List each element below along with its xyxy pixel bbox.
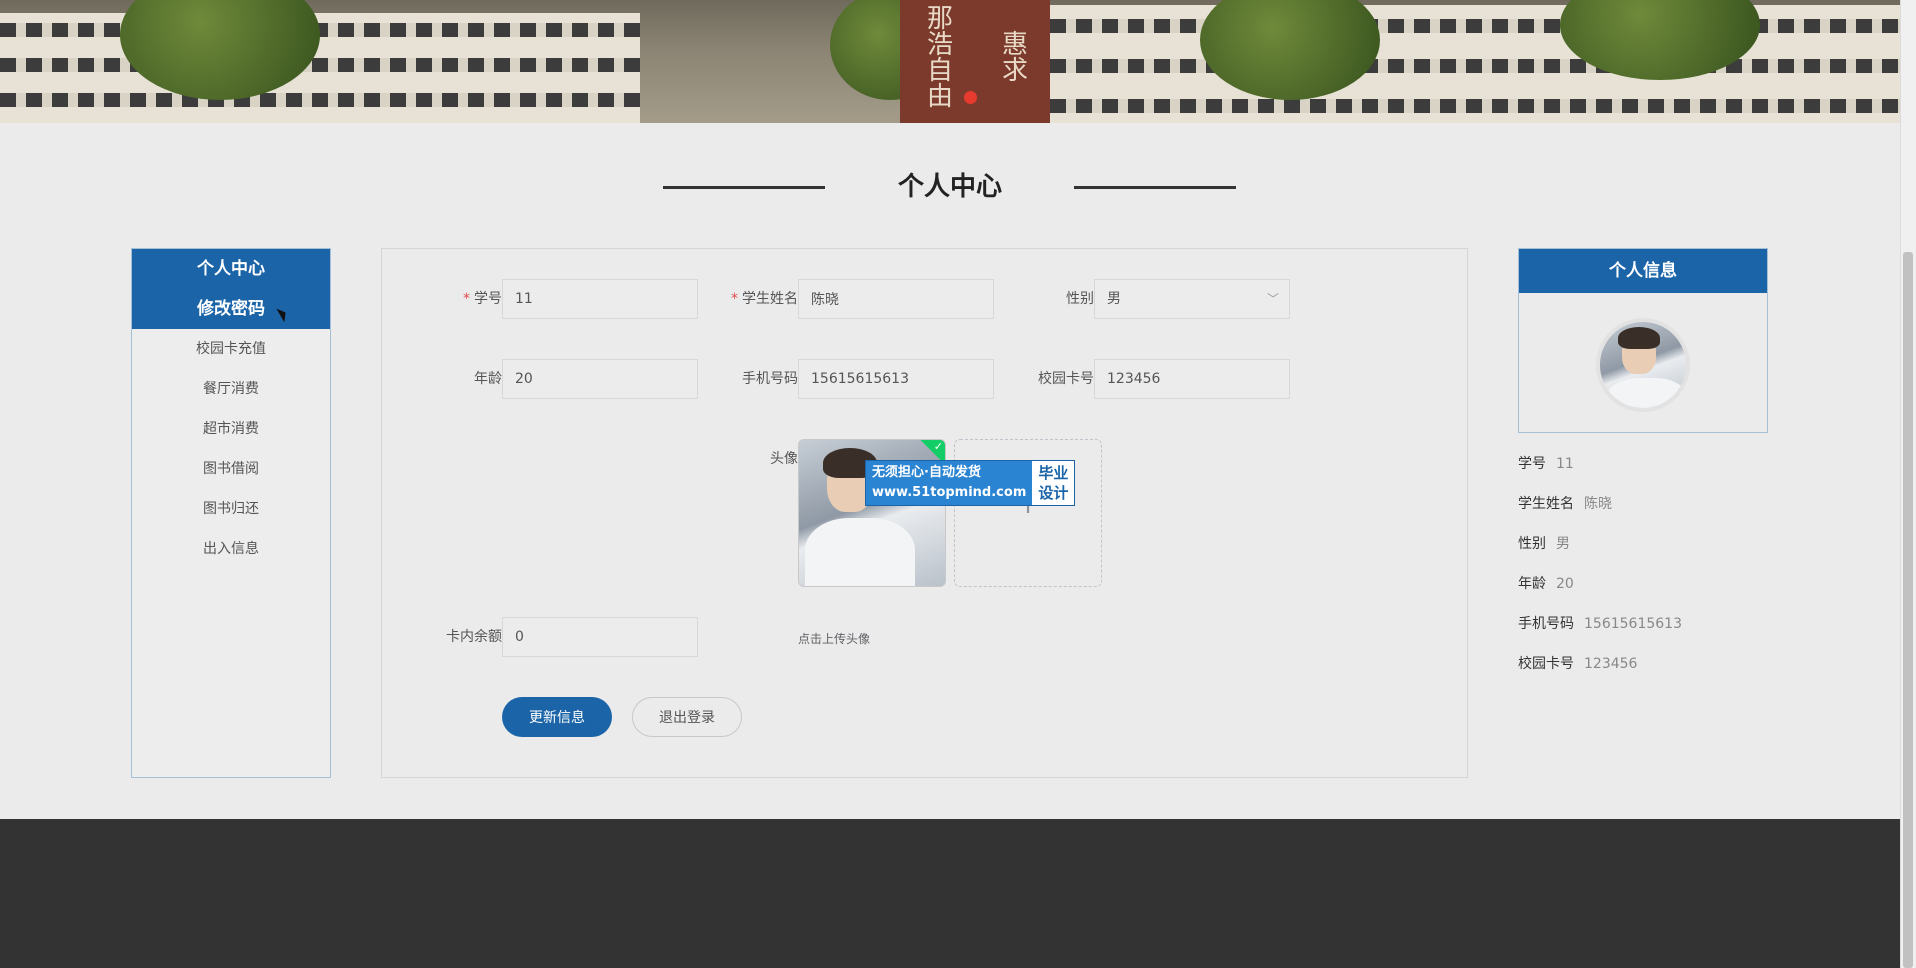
- gender-select-value: 男: [1107, 291, 1121, 307]
- sidebar-item-canteen[interactable]: 餐厅消费: [132, 369, 330, 409]
- sidebar-item-card-recharge[interactable]: 校园卡充值: [132, 329, 330, 369]
- age-label: 年龄: [474, 371, 502, 387]
- card-no-input[interactable]: [1094, 359, 1290, 399]
- phone-input[interactable]: [798, 359, 994, 399]
- balance-label: 卡内余额: [446, 629, 502, 645]
- phone-label: 手机号码: [742, 371, 798, 387]
- watermark-overlay: 无须担心·自动发货 www.51topmind.com 毕业 设计: [865, 460, 1076, 506]
- balance-input[interactable]: [502, 617, 698, 657]
- avatar-label: 头像: [770, 451, 798, 467]
- sidebar-item-book-borrow[interactable]: 图书借阅: [132, 449, 330, 489]
- profile-form-panel: *学号 *学生姓名 性别 男 ﹀ 年龄 手机号码 校园卡号 头像 ✓ + 点击上…: [381, 248, 1468, 778]
- student-name-label: * 学生姓名: [731, 291, 798, 307]
- student-id-input[interactable]: [502, 279, 698, 319]
- page-title: 个人中心: [897, 172, 1002, 202]
- info-row-gender: 性别男: [1518, 536, 1570, 552]
- logout-button[interactable]: 退出登录: [632, 697, 742, 737]
- watermark-line2: www.51topmind.com: [872, 485, 1027, 500]
- page-footer: [0, 819, 1900, 968]
- sign-left-text: 那浩自由: [922, 4, 953, 108]
- info-row-student-name: 学生姓名 陈晓: [1518, 496, 1612, 512]
- sidebar-item-access-info[interactable]: 出入信息: [132, 529, 330, 569]
- age-input[interactable]: [502, 359, 698, 399]
- sidebar-item-supermarket[interactable]: 超市消费: [132, 409, 330, 449]
- personal-info-title: 个人信息: [1519, 249, 1767, 293]
- building-left: [0, 13, 640, 123]
- hero-banner: 那浩自由 惠求: [0, 0, 1900, 123]
- carousel-indicator[interactable]: [964, 91, 977, 104]
- update-info-button[interactable]: 更新信息: [502, 697, 612, 737]
- check-icon: ✓: [933, 440, 943, 453]
- info-row-card-no: 校园卡号 123456: [1518, 656, 1638, 672]
- sidebar-item-profile[interactable]: 个人中心: [132, 249, 330, 289]
- heading-line-right: [1074, 186, 1236, 189]
- sidebar-item-book-return[interactable]: 图书归还: [132, 489, 330, 529]
- sign-right-text: 惠求: [997, 30, 1028, 82]
- avatar: [1596, 318, 1690, 412]
- gender-select[interactable]: 男 ﹀: [1094, 279, 1290, 319]
- sidebar-item-change-password[interactable]: 修改密码: [132, 289, 330, 329]
- gender-label: 性别: [1066, 291, 1094, 307]
- chevron-down-icon: ﹀: [1266, 292, 1279, 306]
- student-id-label: * 学号: [463, 291, 502, 307]
- sidebar-nav: 个人中心 修改密码 校园卡充值 餐厅消费 超市消费 图书借阅 图书归还 出入信息: [131, 248, 331, 778]
- info-row-phone: 手机号码 15615615613: [1518, 616, 1682, 632]
- personal-info-card: 个人信息: [1518, 248, 1768, 433]
- info-row-age: 年龄 20: [1518, 576, 1574, 592]
- scrollbar-thumb[interactable]: [1903, 252, 1913, 968]
- card-no-label: 校园卡号: [1038, 371, 1094, 387]
- student-name-input[interactable]: [798, 279, 994, 319]
- info-row-student-id: 学号 11: [1518, 456, 1574, 472]
- brick-sign: 那浩自由 惠求: [900, 0, 1050, 123]
- watermark-line1: 无须担心·自动发货: [872, 465, 981, 480]
- watermark-right1: 毕业: [1038, 464, 1069, 482]
- building-right: [1050, 5, 1900, 123]
- heading-line-left: [663, 186, 825, 189]
- watermark-right2: 设计: [1038, 484, 1069, 502]
- avatar-upload-hint: 点击上传头像: [798, 632, 871, 646]
